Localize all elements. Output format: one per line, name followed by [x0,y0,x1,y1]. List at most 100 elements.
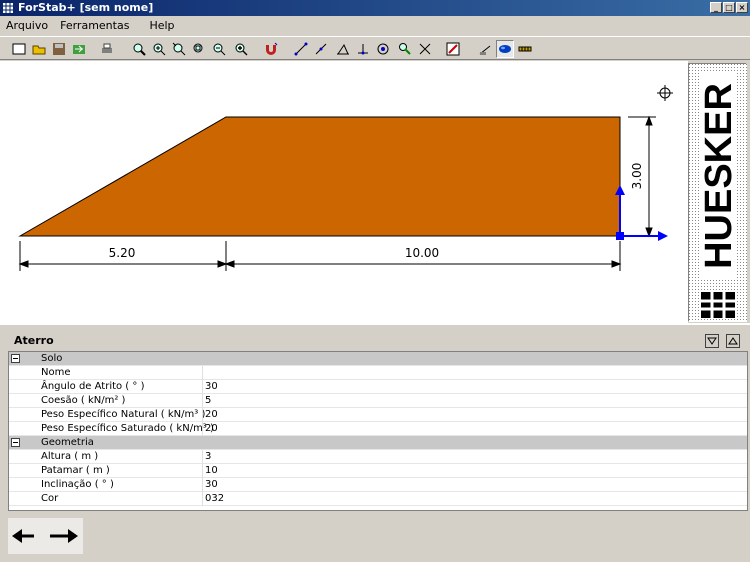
table-row[interactable]: Ângulo de Atrito ( ° ) 30 [9,380,747,394]
search-surface-button[interactable] [396,40,414,58]
dim-label-height: 3.00 [630,163,644,190]
row-label: Coesão ( kN/m² ) [41,395,126,406]
row-value[interactable]: 3 [202,450,211,464]
table-row[interactable]: Peso Específico Saturado ( kN/m³ ) 20 [9,422,747,436]
line-icon [294,42,308,56]
reinforcement-button[interactable] [516,40,534,58]
polyline-button[interactable] [312,40,330,58]
table-row[interactable]: Coesão ( kN/m² ) 5 [9,394,747,408]
menu-arquivo[interactable]: Arquivo [0,16,54,36]
print-icon [102,43,112,53]
toolbar [0,36,750,60]
window-title: ForStab+ [sem nome] [18,1,154,14]
zoom-previous-icon [172,42,186,56]
print-button[interactable] [98,40,116,58]
row-value[interactable]: 20 [202,422,218,436]
logo-grid-mark [701,292,735,318]
open-folder-icon [32,45,46,55]
logo-panel: HUESKER [688,61,750,323]
maximize-button[interactable]: □ [723,2,735,13]
row-label: Peso Específico Natural ( kN/m³ ) [41,409,206,420]
ground-button[interactable] [354,40,372,58]
menu-ferramentas[interactable]: Ferramentas [54,16,135,36]
load-icon [479,45,491,55]
zoom-extents-button[interactable] [190,40,208,58]
drawing-canvas[interactable]: 5.20 10.00 3.00 [0,61,688,323]
arrow-right-icon[interactable] [50,529,78,543]
properties-panel: Aterro Solo Nome Ângulo de Atrito ( ° ) 3… [0,323,750,562]
navigation-area [8,518,83,554]
row-value[interactable] [202,366,205,380]
dim-label-right: 10.00 [405,246,439,260]
table-row[interactable]: Inclinação ( ° ) 30 [9,478,747,492]
magnet-button[interactable] [262,40,280,58]
export-icon [73,45,85,54]
title-bar: ForStab+ [sem nome] _ □ × [0,0,750,16]
collapse-icon[interactable] [11,354,20,363]
axis-indicator [615,185,668,241]
line-button[interactable] [292,40,310,58]
intersect-icon [419,43,431,55]
row-value[interactable]: 032 [202,492,224,506]
chevron-down-icon [707,337,717,345]
circle-button[interactable] [374,40,392,58]
menu-help[interactable]: Help [143,16,180,36]
circle-icon [377,43,389,55]
row-label: Ângulo de Atrito ( ° ) [41,381,145,392]
row-value[interactable]: 30 [202,380,218,394]
zoom-window-button[interactable] [130,40,148,58]
collapse-icon[interactable] [11,438,20,447]
chevron-up-icon [728,337,738,345]
arrow-left-icon[interactable] [12,529,34,543]
row-value[interactable]: 10 [202,464,218,478]
water-button[interactable] [496,40,514,58]
section-label: Solo [41,353,63,364]
ground-icon [358,44,368,55]
row-label: Cor [41,493,59,504]
row-value[interactable]: 5 [202,394,211,408]
reinforcement-icon [518,46,532,52]
zoom-previous-button[interactable] [170,40,188,58]
table-row[interactable]: Altura ( m ) 3 [9,450,747,464]
water-icon [499,45,511,53]
row-label: Altura ( m ) [41,451,99,462]
row-value[interactable]: 30 [202,478,218,492]
minimize-button[interactable]: _ [710,2,722,13]
menu-bar: Arquivo Ferramentas Help [0,16,750,36]
open-file-button[interactable] [30,40,48,58]
export-button[interactable] [70,40,88,58]
new-file-button[interactable] [10,40,28,58]
close-button[interactable]: × [736,2,748,13]
table-row[interactable]: Nome [9,366,747,380]
row-label: Patamar ( m ) [41,465,110,476]
slope-icon [337,43,349,55]
logo-text: HUESKER [698,83,740,269]
slope-button[interactable] [334,40,352,58]
table-row[interactable]: Patamar ( m ) 10 [9,464,747,478]
intersect-button[interactable] [416,40,434,58]
zoom-plus-icon [235,43,248,56]
embankment-shape[interactable] [18,116,621,237]
save-button[interactable] [50,40,68,58]
section-solo[interactable]: Solo [9,352,747,366]
row-value[interactable]: 20 [202,408,218,422]
zoom-in-icon [153,43,166,56]
table-row[interactable]: Peso Específico Natural ( kN/m³ ) 20 [9,408,747,422]
zoom-out-button[interactable] [210,40,228,58]
table-row[interactable]: Cor 032 [9,492,747,506]
section-label: Geometria [41,437,94,448]
row-label: Inclinação ( ° ) [41,479,114,490]
collapse-up-button[interactable] [726,334,740,348]
polyline-icon [315,43,327,55]
zoom-window-icon [133,43,146,56]
section-geometria[interactable]: Geometria [9,436,747,450]
huesker-logo: HUESKER [688,63,747,322]
collapse-down-button[interactable] [705,334,719,348]
load-button[interactable] [476,40,494,58]
edit-geometry-button[interactable] [444,40,462,58]
app-icon [3,3,13,13]
zoom-extents-icon [193,43,203,53]
save-icon [53,43,65,55]
zoom-in-button[interactable] [150,40,168,58]
zoom-plus-button[interactable] [232,40,250,58]
